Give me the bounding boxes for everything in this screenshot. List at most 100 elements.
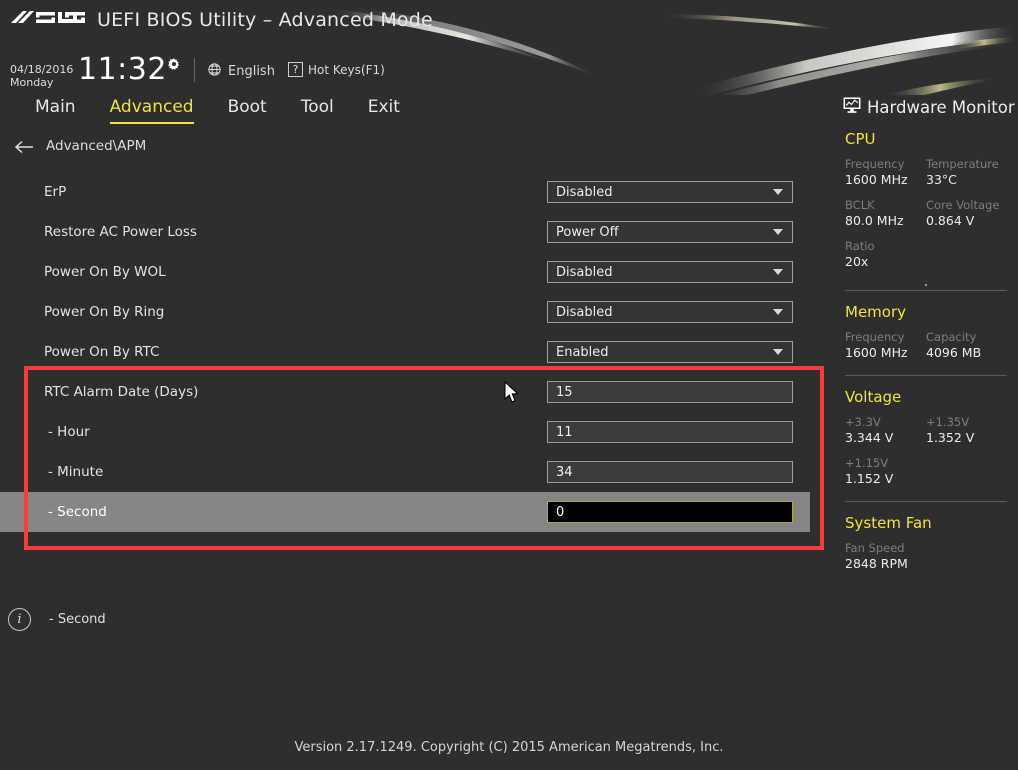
asus-logo [10, 8, 86, 28]
setting-label: - Minute [48, 464, 104, 480]
setting-control: 0 [547, 501, 793, 523]
hw-reading-value: 1.152 V [845, 471, 894, 486]
setting-label: ErP [44, 184, 67, 200]
setting-dropdown[interactable]: Disabled [547, 181, 793, 203]
hw-reading-key: +1.35V [926, 415, 970, 429]
hardware-monitor-groups: CPU Frequency 1600 MHz Temperature 33°C BCLK 8… [845, 130, 1007, 586]
dropdown-value: Disabled [556, 304, 613, 320]
hw-reading: Fan Speed 2848 RPM [845, 541, 1007, 572]
hw-readings-grid: Fan Speed 2848 RPM [845, 541, 1007, 582]
dropdown-value: Disabled [556, 184, 613, 200]
hw-group-title: System Fan [845, 514, 932, 532]
tab-tool[interactable]: Tool [301, 97, 334, 122]
setting-control: Disabled [547, 181, 793, 203]
tab-boot[interactable]: Boot [228, 97, 267, 122]
hw-reading: Capacity 4096 MB [926, 330, 1007, 361]
setting-control: 34 [547, 461, 793, 483]
hw-readings-grid: Frequency 1600 MHz Temperature 33°C BCLK 80.0… [845, 157, 1007, 280]
hotkeys-button[interactable]: ? Hot Keys(F1) [288, 62, 385, 77]
setting-control: 15 [547, 381, 793, 403]
dropdown-value: Enabled [556, 344, 609, 360]
setting-row[interactable]: RTC Alarm Date (Days) 15 [0, 372, 830, 412]
hw-group: Memory Frequency 1600 MHz Capacity 4096 MB [845, 303, 1007, 371]
hw-reading-value: 0.864 V [926, 213, 975, 228]
mouse-cursor [504, 380, 520, 405]
question-mark-icon: ? [288, 62, 303, 77]
gear-icon[interactable] [166, 57, 182, 73]
hw-divider [845, 375, 1007, 376]
hw-reading-value: 80.0 MHz [845, 213, 904, 228]
help-text: - Second [49, 612, 106, 627]
setting-dropdown[interactable]: Disabled [547, 261, 793, 283]
hw-reading-value: 2848 RPM [845, 556, 908, 571]
breadcrumb[interactable]: Advanced\APM [14, 138, 146, 154]
hw-group-title: Voltage [845, 388, 902, 406]
field-value: 0 [556, 504, 565, 520]
setting-dropdown[interactable]: Disabled [547, 301, 793, 323]
hw-reading: Frequency 1600 MHz [845, 330, 926, 361]
hw-reading-key: Capacity [926, 330, 977, 344]
hw-reading-value: 1600 MHz [845, 345, 908, 360]
setting-control: 11 [547, 421, 793, 443]
hardware-monitor-title: Hardware Monitor [867, 97, 1015, 117]
setting-input-field[interactable]: 0 [547, 501, 793, 523]
hw-reading: +3.3V 3.344 V [845, 415, 926, 446]
settings-list: ErP Disabled Restore AC Power Loss Power Of… [0, 172, 830, 532]
setting-row[interactable]: - Minute 34 [0, 452, 830, 492]
setting-dropdown[interactable]: Enabled [547, 341, 793, 363]
hw-readings-grid: +3.3V 3.344 V +1.35V 1.352 V +1.15V 1.152 V [845, 415, 1007, 497]
setting-input-field[interactable]: 34 [547, 461, 793, 483]
hw-reading-key: +1.15V [845, 456, 889, 470]
chevron-down-icon[interactable] [773, 269, 783, 275]
hw-reading-key: Frequency [845, 330, 905, 344]
hw-reading-value: 20x [845, 254, 869, 269]
bios-screen: UEFI BIOS Utility – Advanced Mode 04/18/… [0, 0, 1018, 770]
language-selector[interactable]: English [207, 62, 275, 81]
hw-reading: +1.15V 1.152 V [845, 456, 1007, 487]
chevron-down-icon[interactable] [773, 189, 783, 195]
info-icon: i [8, 608, 31, 631]
system-date: 04/18/2016 Monday [10, 63, 73, 89]
back-arrow-icon[interactable] [14, 139, 34, 154]
hw-reading-key: BCLK [845, 198, 875, 212]
chevron-down-icon[interactable] [773, 229, 783, 235]
field-value: 34 [556, 464, 573, 480]
hw-reading: Core Voltage 0.864 V [926, 198, 1007, 229]
setting-row[interactable]: Power On By RTC Enabled [0, 332, 830, 372]
setting-row[interactable]: Restore AC Power Loss Power Off [0, 212, 830, 252]
setting-label: Power On By RTC [44, 344, 160, 360]
page-title: UEFI BIOS Utility – Advanced Mode [97, 9, 433, 31]
setting-label: - Second [48, 504, 107, 520]
hw-reading-value: 3.344 V [845, 430, 894, 445]
tab-advanced[interactable]: Advanced [109, 97, 194, 124]
main-nav-tabs: Main Advanced Boot Tool Exit [0, 97, 434, 129]
hotkeys-label: Hot Keys(F1) [308, 62, 385, 77]
hw-reading-key: Temperature [926, 157, 999, 171]
breadcrumb-path: Advanced\APM [46, 138, 147, 154]
tab-main[interactable]: Main [35, 97, 76, 122]
hw-group: System Fan Fan Speed 2848 RPM [845, 514, 1007, 582]
dropdown-value: Power Off [556, 224, 619, 240]
hw-reading-value: 1600 MHz [845, 172, 908, 187]
dropdown-value: Disabled [556, 264, 613, 280]
setting-row[interactable]: - Hour 11 [0, 412, 830, 452]
setting-input-field[interactable]: 15 [547, 381, 793, 403]
setting-row[interactable]: Power On By Ring Disabled [0, 292, 830, 332]
hw-reading: Frequency 1600 MHz [845, 157, 926, 188]
language-label: English [228, 64, 275, 79]
tab-exit[interactable]: Exit [368, 97, 400, 122]
hw-reading: BCLK 80.0 MHz [845, 198, 926, 229]
setting-dropdown[interactable]: Power Off [547, 221, 793, 243]
scroll-dot-indicator [925, 284, 927, 286]
setting-row[interactable]: ErP Disabled [0, 172, 830, 212]
hw-reading-value: 1.352 V [926, 430, 975, 445]
chevron-down-icon[interactable] [773, 309, 783, 315]
setting-row[interactable]: - Second 0 [0, 492, 810, 532]
setting-input-field[interactable]: 11 [547, 421, 793, 443]
setting-row[interactable]: Power On By WOL Disabled [0, 252, 830, 292]
monitor-chart-icon [843, 97, 861, 117]
chevron-down-icon[interactable] [773, 349, 783, 355]
setting-control: Enabled [547, 341, 793, 363]
hw-reading-key: +3.3V [845, 415, 881, 429]
system-clock: 11:32 [78, 52, 167, 87]
